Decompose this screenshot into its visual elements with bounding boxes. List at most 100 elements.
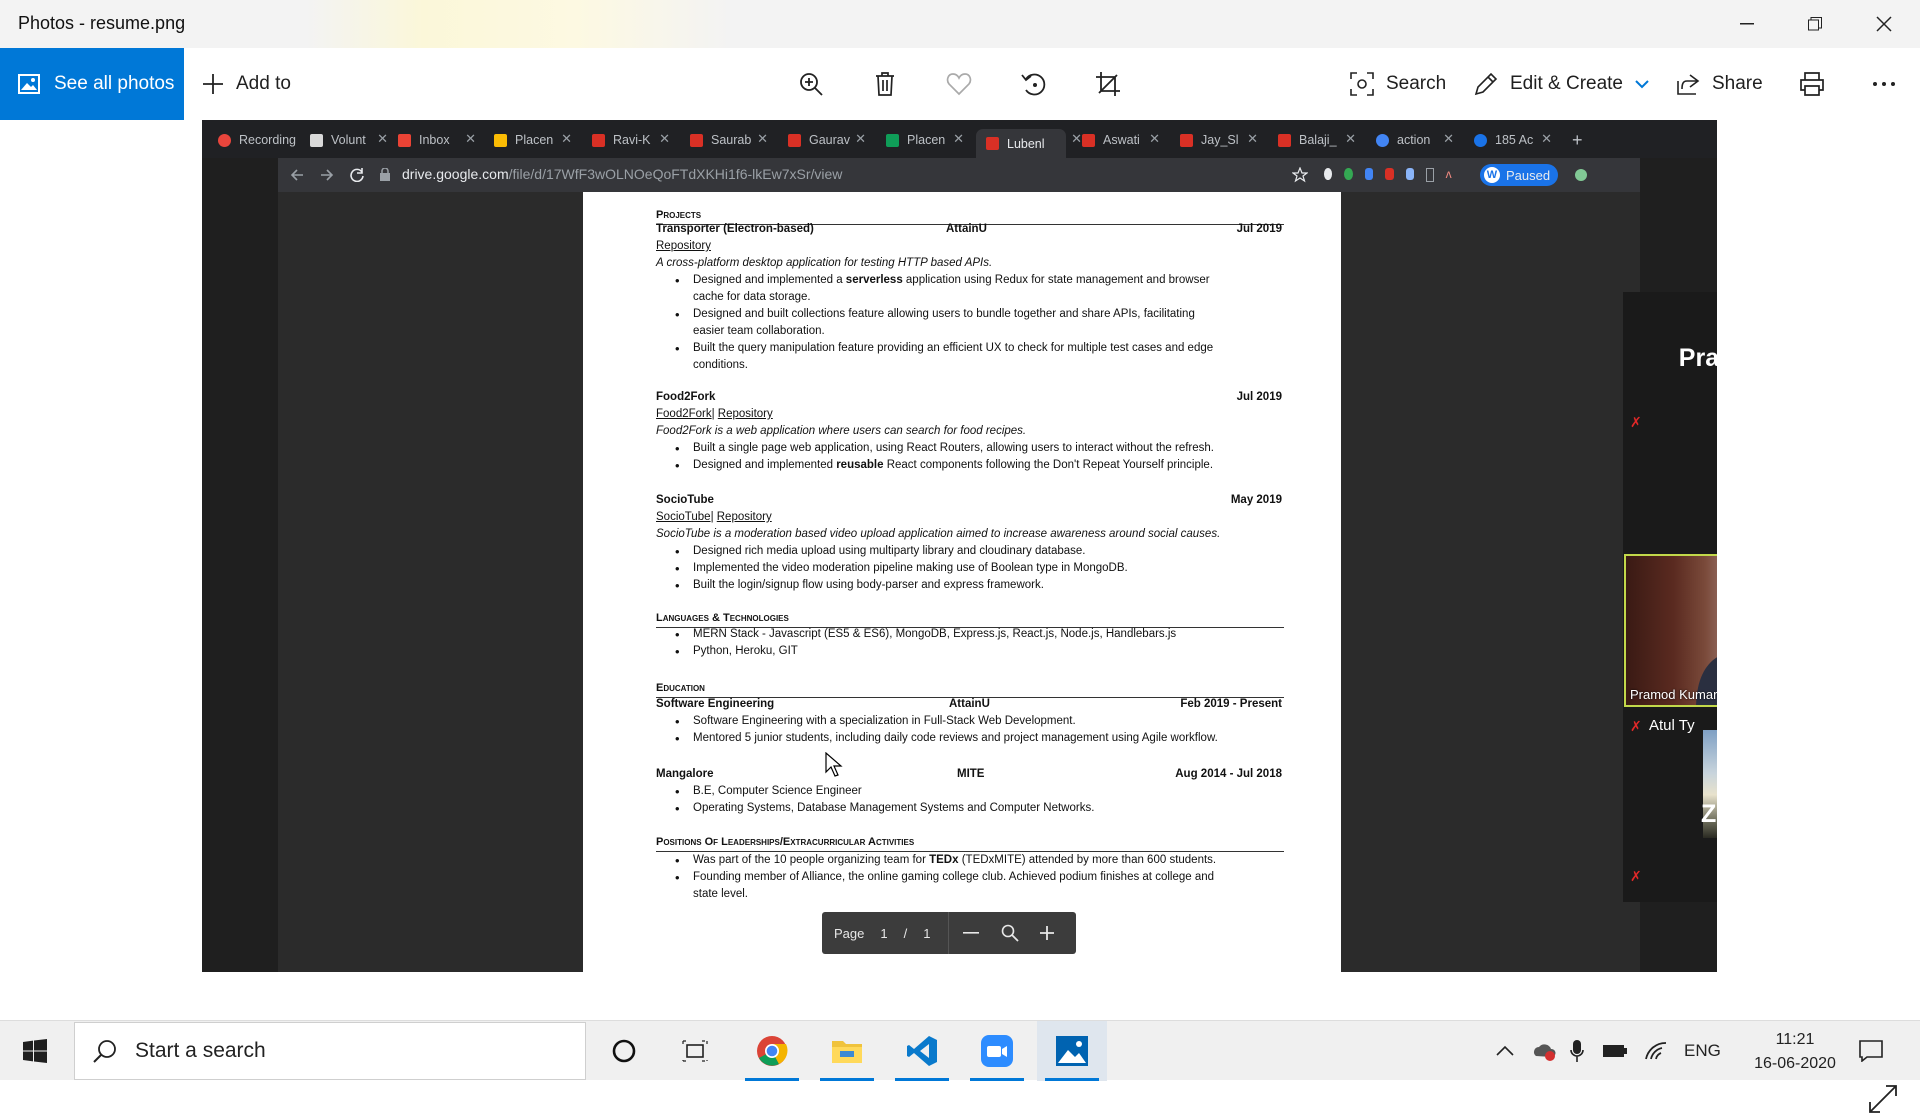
cortana-button[interactable] bbox=[589, 1021, 659, 1081]
browser-tab-label: 185 Ac bbox=[1495, 133, 1534, 147]
participant-name: ZSheldon bbox=[1701, 800, 1717, 828]
onedrive-icon[interactable] bbox=[1532, 1040, 1556, 1062]
start-button[interactable] bbox=[0, 1021, 70, 1081]
sheets-icon bbox=[886, 133, 899, 147]
browser-tab: Saurab ✕ bbox=[690, 129, 768, 151]
browser-tab-label: Placen bbox=[515, 133, 554, 147]
browser-tab: 185 Ac ✕ bbox=[1474, 129, 1552, 151]
tab-favicon bbox=[310, 133, 323, 147]
project-links: SocioTube| Repository bbox=[656, 511, 772, 523]
vscode-taskbar-button[interactable] bbox=[887, 1021, 957, 1081]
minimize-icon bbox=[1740, 23, 1754, 25]
project-row: Food2Fork Jul 2019 bbox=[656, 389, 1282, 406]
title-bar: Photos - resume.png bbox=[0, 0, 1920, 48]
favorite-icon[interactable] bbox=[945, 70, 973, 98]
browser-tab-label: Aswati bbox=[1103, 133, 1140, 147]
browser-tab: Gaurav ✕ bbox=[788, 129, 866, 151]
url-path: /file/d/17WfF3wOLNOeQoFTdXKHi1f6-lkEw7xS… bbox=[508, 166, 843, 182]
photos-taskbar-button[interactable] bbox=[1037, 1021, 1107, 1081]
action-center-button[interactable] bbox=[1836, 1021, 1906, 1081]
education-org: MITE bbox=[957, 768, 985, 780]
browser-tab-label: Balaji_ bbox=[1299, 133, 1337, 147]
plus-icon bbox=[203, 74, 223, 94]
bullet-item: Mentored 5 junior students, including da… bbox=[675, 730, 1293, 747]
see-all-photos-button[interactable]: See all photos bbox=[0, 48, 184, 120]
bullet-item: Designed and implemented reusable React … bbox=[675, 457, 1293, 474]
browser-tab-label: Recording bbox=[239, 133, 296, 147]
profile-avatar-icon: W bbox=[1484, 167, 1500, 183]
edit-create-button[interactable]: Edit & Create bbox=[1474, 48, 1661, 120]
project-org: AttainU bbox=[946, 223, 987, 235]
project-description: SocioTube is a moderation based video up… bbox=[656, 528, 1221, 540]
browser-tab: Inbox ✕ bbox=[398, 129, 476, 151]
zoom-taskbar-button[interactable] bbox=[962, 1021, 1032, 1081]
system-tray: ENG bbox=[1496, 1021, 1721, 1081]
share-label: Share bbox=[1712, 73, 1763, 94]
participant-name: Pramod Kumar bbox=[1630, 687, 1717, 702]
project-title: Transporter (Electron-based) bbox=[656, 223, 814, 235]
chrome-taskbar-button[interactable] bbox=[737, 1021, 807, 1081]
page-current: 1 bbox=[880, 925, 888, 941]
google-icon bbox=[1376, 133, 1389, 147]
gmail-icon bbox=[398, 133, 411, 147]
browser-tab: action ✕ bbox=[1376, 129, 1454, 151]
share-button[interactable]: Share bbox=[1676, 48, 1763, 120]
more-icon[interactable] bbox=[1870, 70, 1898, 98]
restore-button[interactable] bbox=[1781, 0, 1849, 48]
microphone-icon[interactable] bbox=[1570, 1039, 1584, 1063]
expand-icon[interactable] bbox=[1868, 1084, 1898, 1114]
task-view-button[interactable] bbox=[660, 1021, 730, 1081]
photo-viewer: Recording Volunt ✕ Inbox ✕ Placen ✕ Ravi-K ✕… bbox=[0, 120, 1920, 1113]
education-title: Mangalore bbox=[656, 768, 714, 780]
add-to-button[interactable]: Add to bbox=[202, 48, 291, 120]
zoom-in-icon[interactable] bbox=[797, 70, 825, 98]
share-icon bbox=[1677, 74, 1700, 95]
zoom-in-small-icon bbox=[1040, 926, 1055, 940]
bullet-item: Software Engineering with a specializati… bbox=[675, 713, 1293, 730]
crop-icon[interactable] bbox=[1094, 70, 1122, 98]
delete-icon[interactable] bbox=[871, 70, 899, 98]
rotate-icon[interactable] bbox=[1020, 70, 1048, 98]
extension-icons: ᴧ bbox=[1324, 168, 1454, 182]
record-icon bbox=[218, 133, 231, 147]
url-host: drive.google.com bbox=[402, 166, 509, 182]
pdf-page-controls: Page 1 / 1 bbox=[822, 912, 1076, 954]
language-indicator[interactable]: ENG bbox=[1684, 1041, 1721, 1061]
pdf-icon bbox=[592, 133, 605, 147]
zoom-out-icon bbox=[963, 932, 980, 934]
browser-tab-label: Lubenl bbox=[1007, 136, 1045, 151]
browser-tab-label: Ravi-K bbox=[613, 133, 651, 147]
forward-icon bbox=[321, 169, 334, 181]
battery-icon[interactable] bbox=[1602, 1043, 1628, 1059]
browser-tab-active: Lubenl ✕ bbox=[976, 129, 1082, 158]
back-icon bbox=[290, 169, 303, 181]
edit-icon bbox=[1474, 72, 1498, 96]
pdf-icon bbox=[690, 133, 703, 147]
bullet-item: Founding member of Alliance, the online … bbox=[675, 869, 1293, 903]
pdf-icon bbox=[1082, 133, 1095, 147]
add-to-label: Add to bbox=[236, 73, 291, 94]
browser-tab: Placen ✕ bbox=[494, 129, 572, 151]
participant-name: Atul Ty bbox=[1649, 717, 1695, 734]
chevron-up-icon[interactable] bbox=[1496, 1045, 1514, 1057]
minimize-button[interactable] bbox=[1713, 0, 1781, 48]
browser-tab: Aswati ✕ bbox=[1082, 129, 1160, 151]
bullet-item: MERN Stack - Javascript (ES5 & ES6), Mon… bbox=[675, 626, 1293, 643]
zoom-app-icon bbox=[981, 1035, 1013, 1067]
muted-mic-icon: ✗ bbox=[1630, 414, 1642, 430]
page-total: 1 bbox=[923, 925, 931, 941]
resume-document: Projects Transporter (Electron-based) At… bbox=[583, 192, 1341, 972]
bullet-item: Python, Heroku, GIT bbox=[675, 643, 1293, 660]
cortana-icon bbox=[612, 1039, 636, 1063]
browser-tab: Balaji_ ✕ bbox=[1278, 129, 1356, 151]
bullet-item: Implemented the video moderation pipelin… bbox=[675, 560, 1293, 577]
file-explorer-taskbar-button[interactable] bbox=[812, 1021, 882, 1081]
wifi-icon[interactable] bbox=[1644, 1041, 1668, 1061]
close-button[interactable] bbox=[1850, 0, 1918, 48]
taskbar-search-box[interactable]: Start a search bbox=[74, 1022, 586, 1080]
print-icon[interactable] bbox=[1798, 70, 1826, 98]
search-button[interactable]: Search bbox=[1350, 48, 1446, 120]
browser-tab: Ravi-K ✕ bbox=[592, 129, 670, 151]
edit-create-label: Edit & Create bbox=[1510, 73, 1623, 94]
window-title: Photos - resume.png bbox=[18, 13, 186, 33]
